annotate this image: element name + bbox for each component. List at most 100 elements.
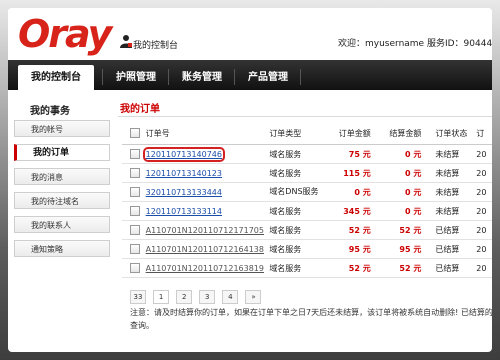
select-all-cell	[122, 122, 146, 145]
row-checkbox[interactable]	[130, 187, 140, 197]
welcome-text: 欢迎：myusername 服务ID：904448	[338, 39, 492, 49]
user-icon	[120, 35, 132, 48]
row-checkbox[interactable]	[130, 263, 140, 273]
section-title: 我的订单	[120, 104, 160, 115]
settled-cell: 52 元	[376, 220, 428, 240]
order-link[interactable]: A110701N120110712171705	[146, 226, 264, 235]
order-link[interactable]: A110701N120110712163819	[146, 264, 264, 273]
order-link[interactable]: 320110713133444	[146, 188, 222, 197]
date-cell: 20	[476, 220, 492, 240]
screenshot-stage: Oray 我的控制台 欢迎：myusername 服务ID：904448 我的控…	[0, 0, 500, 360]
console-title: 我的控制台	[133, 41, 179, 51]
col-order-type: 订单类型	[269, 122, 323, 145]
order-no-cell: 120110713133114	[145, 201, 270, 221]
order-no-cell: A110701N120110712164138	[145, 239, 270, 259]
order-link[interactable]: A110701N120110712164138	[146, 245, 264, 254]
table-row: A110701N120110712164138 域名服务 95 元 95 元 已…	[122, 239, 492, 259]
page-3-button[interactable]: 3	[199, 290, 216, 304]
sidebar-item-notify-policy[interactable]: 通知策略	[14, 240, 110, 257]
tab-billing[interactable]: 账务管理	[170, 65, 234, 90]
status-cell: 未结算	[427, 182, 477, 202]
row-checkbox[interactable]	[130, 244, 140, 254]
status-cell: 已结算	[427, 220, 477, 240]
order-type-cell: 域名服务	[269, 163, 323, 183]
row-checkbox[interactable]	[130, 206, 140, 216]
select-all-checkbox[interactable]	[130, 128, 140, 138]
row-select-cell	[122, 258, 146, 278]
oray-logo[interactable]: Oray	[18, 14, 112, 54]
nav-divider	[300, 69, 301, 85]
site-header: Oray 我的控制台 欢迎：myusername 服务ID：904448	[8, 8, 492, 60]
row-select-cell	[122, 201, 146, 221]
status-cell: 未结算	[427, 163, 477, 183]
col-date: 订	[476, 122, 492, 145]
table-row: 320110713133444 域名DNS服务 0 元 0 元 未结算 20	[122, 182, 492, 202]
tab-passport[interactable]: 护照管理	[104, 65, 168, 90]
order-link[interactable]: 120110713140746	[142, 146, 226, 162]
settled-cell: 0 元	[376, 163, 428, 183]
amount-cell: 95 元	[322, 239, 377, 259]
tab-my-console[interactable]: 我的控制台	[18, 65, 94, 90]
date-cell: 20	[476, 144, 492, 164]
page-2-button[interactable]: 2	[176, 290, 193, 304]
col-amount: 订单金额	[322, 122, 377, 145]
notice-line-2: 查询。	[130, 321, 154, 330]
date-cell: 20	[476, 163, 492, 183]
browser-page: Oray 我的控制台 欢迎：myusername 服务ID：904448 我的控…	[8, 8, 492, 352]
settled-cell: 95 元	[376, 239, 428, 259]
pagination: 33 1 2 3 4 »	[130, 284, 263, 304]
tab-products[interactable]: 产品管理	[236, 65, 300, 90]
order-type-cell: 域名服务	[269, 258, 323, 278]
amount-cell: 75 元	[322, 144, 377, 164]
main-nav: 我的控制台 护照管理 账务管理 产品管理	[8, 60, 492, 90]
order-no-cell: A110701N120110712163819	[145, 258, 270, 278]
status-cell: 已结算	[427, 239, 477, 259]
settled-cell: 0 元	[376, 144, 428, 164]
page-count: 33	[130, 290, 146, 304]
row-checkbox[interactable]	[130, 225, 140, 235]
col-status: 订单状态	[427, 122, 477, 145]
table-row: A110701N120110712163819 域名服务 52 元 52 元 已…	[122, 258, 492, 278]
order-type-cell: 域名DNS服务	[269, 182, 323, 202]
settled-cell: 52 元	[376, 258, 428, 278]
nav-divider	[102, 69, 103, 85]
amount-cell: 52 元	[322, 220, 377, 240]
order-link[interactable]: 120110713133114	[146, 207, 222, 216]
col-settled: 结算金额	[376, 122, 428, 145]
table-row: 120110713133114 域名服务 345 元 0 元 未结算 20	[122, 201, 492, 221]
title-divider	[118, 116, 492, 117]
row-checkbox[interactable]	[130, 149, 140, 159]
order-type-cell: 域名服务	[269, 220, 323, 240]
row-checkbox[interactable]	[130, 168, 140, 178]
date-cell: 20	[476, 182, 492, 202]
order-no-cell: 120110713140123	[145, 163, 270, 183]
sidebar-item-orders[interactable]: 我的订单	[14, 144, 110, 161]
sidebar-item-account[interactable]: 我的帐号	[14, 120, 110, 137]
order-type-cell: 域名服务	[269, 144, 323, 164]
order-link[interactable]: 120110713140123	[146, 169, 222, 178]
status-cell: 已结算	[427, 258, 477, 278]
order-type-cell: 域名服务	[269, 201, 323, 221]
notice-line-1: 注意：请及时结算你的订单，如果在订单下单之日7天后还未结算，该订单将被系统自动删…	[130, 308, 492, 317]
next-page-button[interactable]: »	[245, 290, 262, 304]
sidebar-item-pending-domains[interactable]: 我的待注域名	[14, 192, 110, 209]
amount-cell: 115 元	[322, 163, 377, 183]
nav-divider	[168, 69, 169, 85]
order-no-cell: 120110713140746	[142, 144, 270, 164]
col-order-no: 订单号	[145, 122, 270, 145]
page-4-button[interactable]: 4	[222, 290, 239, 304]
sidebar-item-contacts[interactable]: 我的联系人	[14, 216, 110, 233]
row-select-cell	[122, 182, 146, 202]
nav-divider	[234, 69, 235, 85]
date-cell: 20	[476, 239, 492, 259]
amount-cell: 52 元	[322, 258, 377, 278]
notice-text: 注意：请及时结算你的订单，如果在订单下单之日7天后还未结算，该订单将被系统自动删…	[130, 306, 492, 332]
table-row: 120110713140746 域名服务 75 元 0 元 未结算 20	[122, 144, 492, 164]
row-select-cell	[122, 239, 146, 259]
sidebar-item-messages[interactable]: 我的消息	[14, 168, 110, 185]
table-row: A110701N120110712171705 域名服务 52 元 52 元 已…	[122, 220, 492, 240]
settled-cell: 0 元	[376, 182, 428, 202]
page-1-button[interactable]: 1	[153, 290, 170, 304]
row-select-cell	[122, 144, 146, 164]
order-no-cell: 320110713133444	[145, 182, 270, 202]
